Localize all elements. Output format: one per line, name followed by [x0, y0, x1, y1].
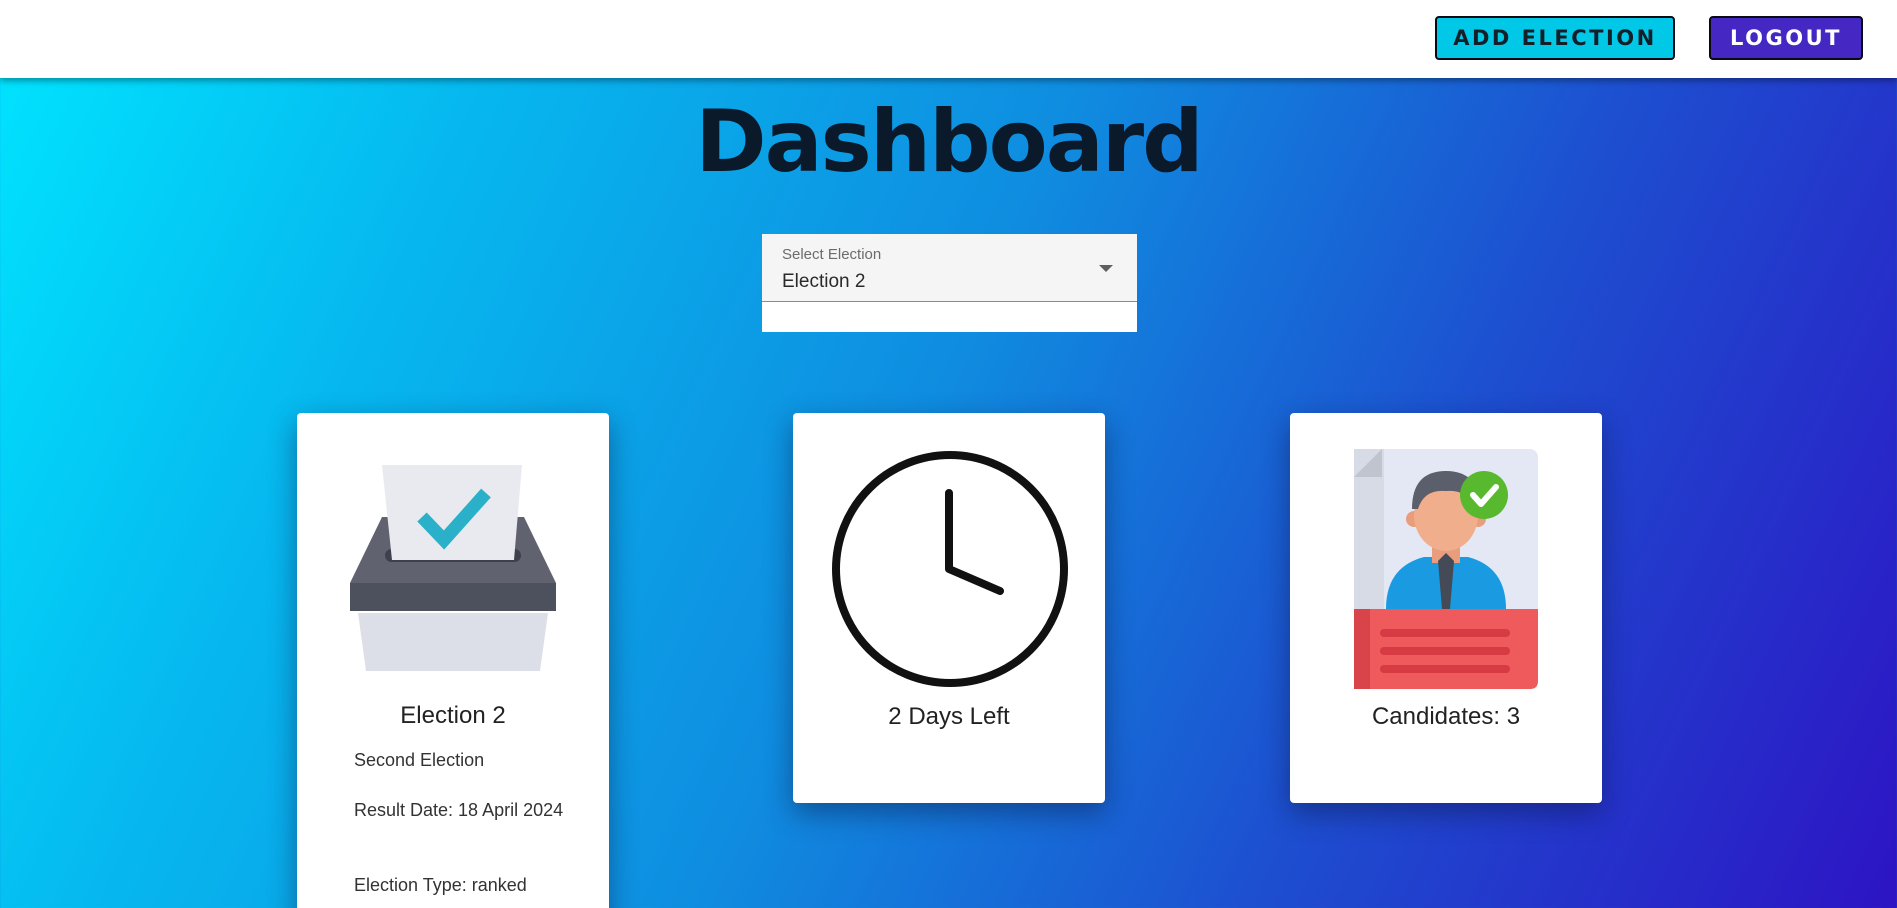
- time-left-card: 2 Days Left: [793, 413, 1105, 803]
- candidate-profile-icon: [1354, 449, 1538, 694]
- election-title: Election 2: [400, 702, 506, 729]
- select-value: Election 2: [782, 271, 866, 292]
- page-title: Dashboard: [695, 92, 1203, 192]
- select-label: Select Election: [782, 246, 882, 263]
- election-select: Select Election Election 2: [762, 234, 1137, 332]
- logout-button[interactable]: LOGOUT: [1709, 16, 1863, 60]
- ballot-box-icon: [350, 465, 556, 676]
- days-left-label: 2 Days Left: [888, 703, 1010, 730]
- election-description: Second Election: [354, 750, 485, 770]
- clock-icon: [830, 449, 1070, 694]
- election-result-date: Result Date: 18 April 2024: [354, 800, 564, 820]
- add-election-button[interactable]: ADD ELECTION: [1435, 16, 1675, 60]
- election-select-field[interactable]: Select Election Election 2: [762, 234, 1137, 302]
- dropdown-arrow-icon[interactable]: [1099, 265, 1113, 272]
- candidates-card: Candidates: 3: [1290, 413, 1602, 803]
- election-type: Election Type: ranked: [354, 875, 527, 895]
- top-app-bar: ADD ELECTION LOGOUT: [0, 0, 1897, 78]
- election-info-card: Election 2 Second Election Result Date: …: [297, 413, 609, 908]
- candidates-count-label: Candidates: 3: [1371, 703, 1521, 730]
